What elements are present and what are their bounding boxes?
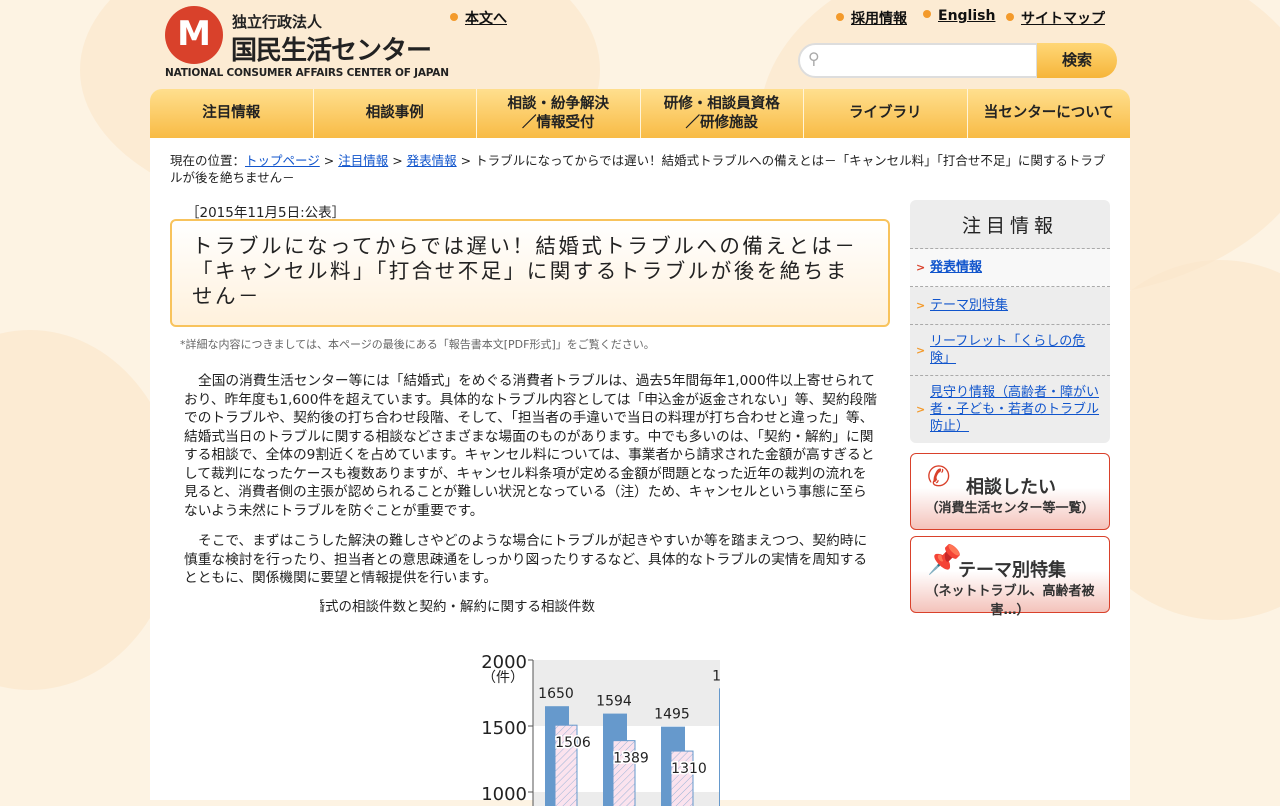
y-tick-label: 1000 [481,784,527,805]
data-label: 1785 [712,668,720,684]
nav-featured[interactable]: 注目情報 [150,89,314,138]
chevron-right-icon: > [916,343,926,357]
sidebar-link[interactable]: テーマ別特集 [930,297,1008,314]
data-label: 1310 [671,761,707,777]
nav-consultation[interactable]: 相談・紛争解決 ／情報受付 [477,89,641,138]
search-button[interactable]: 検索 [1037,43,1117,78]
chevron-right-icon: > [916,403,926,416]
nav-about[interactable]: 当センターについて [968,89,1131,138]
page-title: トラブルになってからでは遅い！結婚式トラブルへの備えとは－「キャンセル料」「打合… [170,219,890,327]
site-logo[interactable]: M 独立行政法人 国民生活センター NATIONAL CONSUMER AFFA… [165,6,449,80]
breadcrumb-top[interactable]: トップページ [245,153,320,168]
y-axis-label: （件） [482,670,524,686]
logo-title: 国民生活センター [231,36,432,66]
chevron-right-icon: > [916,261,926,274]
breadcrumb-sep: > [319,153,339,168]
pushpin-icon: 📌 [927,543,962,576]
nav-library[interactable]: ライブラリ [804,89,968,138]
theme-feature-button[interactable]: 📌 テーマ別特集 （ネットトラブル、高齢者被害…） [910,536,1110,618]
sidebar-link[interactable]: 見守り情報（高齢者・障がい者・子ども・若者のトラブル防止） [930,384,1102,435]
data-label: 1594 [596,694,632,710]
breadcrumb-featured[interactable]: 注目情報 [338,153,388,168]
breadcrumb-releases[interactable]: 発表情報 [407,153,457,168]
pdf-note: *詳細な内容につきましては、本ページの最後にある「報告書本文[PDF形式]」をご… [180,338,655,351]
data-label: 1506 [555,735,591,751]
english-link[interactable]: English [923,8,995,24]
data-label: 1650 [538,686,574,702]
consult-title: 相談したい [966,477,1056,498]
breadcrumb: 現在の位置：トップページ > 注目情報 > 発表情報 > トラブルになってからで… [170,152,1110,186]
bar-total [719,688,720,806]
consult-button[interactable]: ✆ 相談したい （消費生活センター等一覧） [910,453,1110,530]
nav-cases[interactable]: 相談事例 [314,89,477,138]
chart-title: 図 結婚式の相談件数と契約・解約に関する相談件数 [320,599,595,615]
publish-date: ［2015年11月5日:公表］ [186,205,346,221]
sidebar-link[interactable]: 発表情報 [930,259,982,276]
search-icon: ⚲ [808,49,820,68]
sidebar-item-watch[interactable]: > 見守り情報（高齢者・障がい者・子ども・若者のトラブル防止） [910,376,1110,443]
chevron-right-icon: > [916,299,926,312]
phone-icon: ✆ [927,460,951,493]
data-label: 1495 [654,707,690,723]
body-paragraph: 全国の消費生活センター等には「結婚式」をめぐる消費者トラブルは、過去5年間毎年1… [184,373,877,519]
sidebar-link[interactable]: リーフレット「くらしの危険」 [930,333,1102,367]
sidebar-item-themes[interactable]: > テーマ別特集 [910,287,1110,325]
y-tick-label: 1500 [481,718,527,739]
breadcrumb-sep: > [456,153,476,168]
body-paragraph: そこで、まずはこうした解決の難しさやどのような場合にトラブルが起きやすいか等を踏… [184,533,868,586]
consultation-chart: 図 結婚式の相談件数と契約・解約に関する相談件数 200015001000（件）… [320,599,720,806]
data-label: 1389 [613,751,649,767]
consult-subtitle: （消費生活センター等一覧） [925,501,1095,516]
recruit-link[interactable]: 採用情報 [836,8,907,28]
bar-contract [670,750,694,806]
sidebar-item-releases[interactable]: > 発表情報 [910,249,1110,287]
sitemap-link[interactable]: サイトマップ [1006,8,1105,28]
theme-title: テーマ別特集 [958,560,1066,581]
page: M 独立行政法人 国民生活センター NATIONAL CONSUMER AFFA… [150,0,1130,806]
search-input[interactable]: ⚲ [798,43,1038,78]
theme-subtitle: （ネットトラブル、高齢者被害…） [925,584,1095,618]
breadcrumb-sep: > [388,153,407,168]
logo-english: NATIONAL CONSUMER AFFAIRS CENTER OF JAPA… [165,67,449,79]
sidebar-item-leaflet[interactable]: > リーフレット「くらしの危険」 [910,325,1110,376]
main-content: 現在の位置：トップページ > 注目情報 > 発表情報 > トラブルになってからで… [150,138,1130,806]
featured-menu: 注目情報 > 発表情報 > テーマ別特集 > リーフレット「くらしの危険」 > 見守り情… [910,200,1110,443]
main-nav: 注目情報 相談事例 相談・紛争解決 ／情報受付 研修・相談員資格 ／研修施設 ラ… [150,89,1130,138]
sidebar: 注目情報 > 発表情報 > テーマ別特集 > リーフレット「くらしの危険」 > 見守り情… [910,200,1110,618]
skip-to-content-link[interactable]: 本文へ [450,8,507,28]
sidebar-title: 注目情報 [910,200,1110,249]
logo-subtitle: 独立行政法人 [232,13,323,31]
breadcrumb-prefix: 現在の位置： [170,153,246,168]
logo-mark: M [165,6,223,64]
nav-training[interactable]: 研修・相談員資格 ／研修施設 [641,89,804,138]
